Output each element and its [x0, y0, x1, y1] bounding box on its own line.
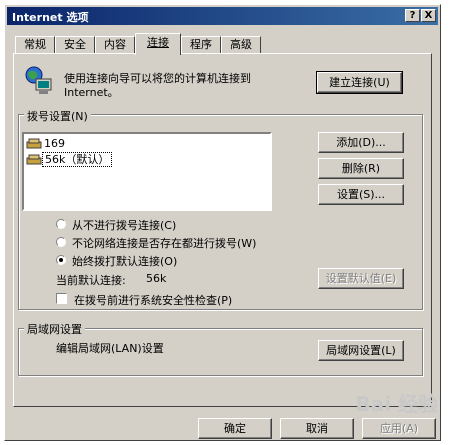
list-item[interactable]: 169: [26, 136, 67, 152]
current-default-label: 当前默认连接:: [56, 274, 126, 287]
apply-button[interactable]: 应用(A): [362, 418, 436, 439]
set-default-button[interactable]: 设置默认值(E): [318, 268, 404, 289]
connection-wizard-icon: [25, 66, 52, 94]
lan-description: 编辑局域网(LAN)设置: [56, 342, 164, 355]
ok-button[interactable]: 确定: [198, 418, 272, 439]
current-default-value: 56k: [146, 272, 167, 285]
close-button[interactable]: X: [421, 9, 436, 22]
connections-panel: 使用连接向导可以将您的计算机连接到 Internet。 建立连接(U) 拨号设置…: [13, 53, 432, 407]
intro-text-line2: Internet。: [64, 86, 119, 99]
window-title: Internet 选项: [12, 11, 89, 24]
radio-always-dial-default[interactable]: [56, 255, 66, 265]
lan-group-label: 局域网设置: [24, 321, 85, 337]
watermark: Bai 经验: [355, 392, 438, 416]
tab-content[interactable]: 内容: [95, 36, 135, 54]
setup-connection-button[interactable]: 建立连接(U): [316, 71, 403, 94]
dialup-connections-list[interactable]: 169 56k（默认）: [22, 132, 272, 211]
radio-never-dial[interactable]: [56, 219, 66, 229]
cancel-button[interactable]: 取消: [280, 418, 354, 439]
title-bar[interactable]: Internet 选项 ? X: [7, 7, 438, 25]
tab-advanced[interactable]: 高级: [221, 36, 261, 54]
radio-never-dial-label: 从不进行拨号连接(C): [72, 219, 177, 232]
radio-dial-whenever-label: 不论网络连接是否存在都进行拨号(W): [72, 237, 257, 250]
lan-settings-button[interactable]: 局域网设置(L): [318, 340, 404, 361]
tab-general[interactable]: 常规: [15, 36, 55, 54]
help-button[interactable]: ?: [405, 9, 420, 22]
remove-button[interactable]: 删除(R): [318, 158, 404, 179]
add-button[interactable]: 添加(D)...: [318, 132, 404, 153]
security-check-label: 在拨号前进行系统安全性检查(P): [74, 294, 233, 307]
tab-security[interactable]: 安全: [55, 36, 95, 54]
tab-connections[interactable]: 连接: [135, 33, 181, 55]
radio-dial-whenever[interactable]: [56, 237, 66, 247]
dialup-group-label: 拨号设置(N): [24, 108, 91, 124]
modem-icon: [26, 138, 42, 149]
security-check-checkbox[interactable]: [56, 293, 67, 304]
tab-programs[interactable]: 程序: [181, 36, 221, 54]
list-item[interactable]: 56k（默认）: [26, 152, 113, 168]
radio-always-dial-default-label: 始终拨打默认连接(O): [72, 255, 178, 268]
internet-options-dialog: Internet 选项 ? X 常规 安全 内容 连接 程序 高级 使用连接向导…: [4, 4, 441, 441]
modem-icon: [26, 154, 42, 165]
settings-button[interactable]: 设置(S)...: [318, 184, 404, 205]
